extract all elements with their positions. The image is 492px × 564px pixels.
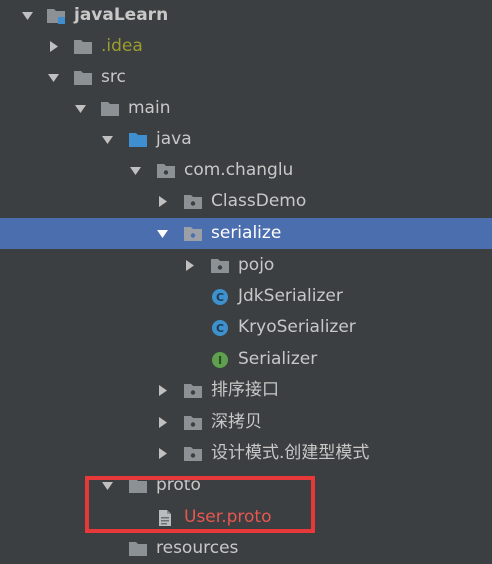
tree-item-label: 深拷贝 [211,412,262,432]
tree-item-serializer[interactable]: I Serializer [0,344,492,375]
module-folder-icon [46,7,66,25]
class-icon: C [210,319,230,337]
package-icon [210,257,230,275]
chevron-right-icon[interactable] [47,40,60,53]
tree-item-label: KryoSerializer [238,317,356,337]
package-icon [156,162,176,180]
tree-item-label: 设计模式.创建型模式 [211,443,370,463]
tree-item-com-changlu[interactable]: com.changlu [0,155,492,186]
tree-item-sort-interface[interactable]: 排序接口 [0,375,492,406]
tree-item-java[interactable]: java [0,124,492,155]
interface-badge-letter: I [218,354,222,367]
class-badge-letter: C [216,291,224,304]
folder-icon [128,540,148,558]
tree-item-label: Serializer [238,349,318,369]
chevron-down-icon[interactable] [156,227,169,240]
tree-item-label: 排序接口 [211,380,279,400]
chevron-down-icon[interactable] [21,9,34,22]
highlight-annotation-box [85,476,315,533]
tree-item-src[interactable]: src [0,62,492,93]
tree-item-design-patterns[interactable]: 设计模式.创建型模式 [0,438,492,469]
tree-item-idea[interactable]: .idea [0,31,492,62]
tree-item-label: pojo [238,255,275,275]
chevron-right-icon[interactable] [156,195,169,208]
tree-item-label: ClassDemo [211,191,307,211]
project-tree: javaLearn .idea src main java com.changl… [0,0,492,558]
tree-item-label: src [101,67,126,87]
tree-item-label: main [128,98,171,118]
tree-item-jdkserializer[interactable]: C JdkSerializer [0,281,492,312]
folder-icon [73,69,93,87]
tree-item-kryoserializer[interactable]: C KryoSerializer [0,312,492,343]
class-icon: C [210,288,230,306]
tree-item-label: resources [156,538,239,558]
chevron-down-icon[interactable] [129,164,142,177]
interface-icon: I [210,351,230,369]
package-icon [183,225,203,243]
package-icon [183,414,203,432]
tree-item-label: .idea [101,36,143,56]
chevron-right-icon[interactable] [156,416,169,429]
tree-item-javalearn[interactable]: javaLearn [0,0,492,31]
package-icon [183,445,203,463]
chevron-right-icon[interactable] [156,384,169,397]
folder-icon [100,100,120,118]
tree-item-deep-copy[interactable]: 深拷贝 [0,407,492,438]
tree-item-pojo[interactable]: pojo [0,250,492,281]
source-folder-icon [128,131,148,149]
tree-item-label: serialize [211,223,282,243]
tree-item-label: com.changlu [184,160,294,180]
package-icon [183,193,203,211]
tree-item-label: java [156,129,192,149]
chevron-down-icon[interactable] [74,102,87,115]
chevron-right-icon[interactable] [183,259,196,272]
chevron-right-icon[interactable] [156,447,169,460]
package-icon [183,382,203,400]
chevron-down-icon[interactable] [47,71,60,84]
folder-icon [73,38,93,56]
class-badge-letter: C [216,322,224,335]
tree-item-classdemo[interactable]: ClassDemo [0,186,492,217]
tree-item-resources[interactable]: resources [0,533,492,564]
tree-item-main[interactable]: main [0,93,492,124]
chevron-down-icon[interactable] [101,133,114,146]
tree-item-label: javaLearn [74,5,169,25]
tree-item-serialize[interactable]: serialize [0,218,492,249]
tree-item-label: JdkSerializer [238,286,343,306]
